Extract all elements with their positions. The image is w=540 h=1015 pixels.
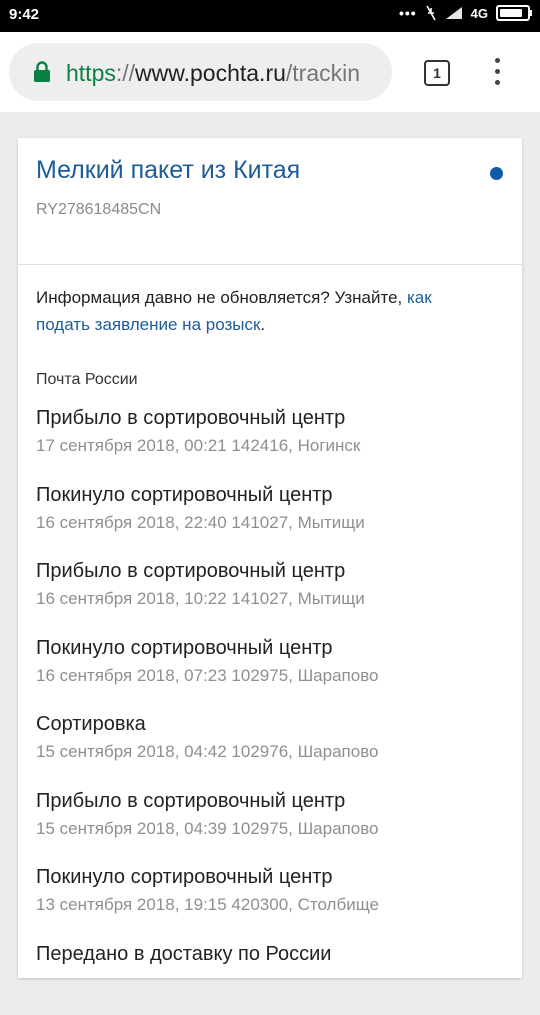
signal-icon xyxy=(445,6,463,20)
url-path: /trackin xyxy=(286,60,360,86)
event-title: Покинуло сортировочный центр xyxy=(36,480,506,510)
event-title: Прибыло в сортировочный центр xyxy=(36,556,506,586)
status-bar: 9:42 ••• 4G xyxy=(0,0,540,32)
tracking-event: Прибыло в сортировочный центр 17 сентябр… xyxy=(36,403,506,480)
tracking-event: Сортировка 15 сентября 2018, 04:42 10297… xyxy=(36,709,506,786)
overflow-menu-icon[interactable] xyxy=(490,56,506,88)
tracking-card: Мелкий пакет из Китая RY278618485CN Инфо… xyxy=(18,138,522,978)
stale-info-notice: Информация давно не обновляется? Узнайте… xyxy=(36,284,476,338)
tracking-number: RY278618485CN xyxy=(36,201,161,219)
lock-icon xyxy=(33,61,51,83)
parcel-title: Мелкий пакет из Китая xyxy=(36,156,300,185)
tracking-event: Покинуло сортировочный центр 16 сентября… xyxy=(36,633,506,710)
tracking-event: Покинуло сортировочный центр 16 сентября… xyxy=(36,480,506,557)
url-host: www.pochta.ru xyxy=(135,60,286,86)
event-title: Передано в доставку по России xyxy=(36,939,506,969)
tracking-event: Покинуло сортировочный центр 13 сентября… xyxy=(36,862,506,939)
event-meta: 15 сентября 2018, 04:39 102975, Шарапово xyxy=(36,816,506,842)
event-meta: 13 сентября 2018, 19:15 420300, Столбище xyxy=(36,892,506,918)
status-time: 9:42 xyxy=(9,6,39,23)
battery-level xyxy=(500,9,522,17)
address-bar[interactable]: https://www.pochta.ru/trackin xyxy=(9,43,392,101)
url-scheme: https xyxy=(66,60,116,86)
notice-text: Информация давно не обновляется? Узнайте… xyxy=(36,288,407,307)
url-separator: :// xyxy=(116,60,135,86)
tracking-event: Прибыло в сортировочный центр 16 сентябр… xyxy=(36,556,506,633)
browser-toolbar: https://www.pochta.ru/trackin 1 xyxy=(0,32,540,112)
url-text[interactable]: https://www.pochta.ru/trackin xyxy=(66,58,388,88)
event-title: Прибыло в сортировочный центр xyxy=(36,786,506,816)
tracking-event: Прибыло в сортировочный центр 15 сентябр… xyxy=(36,786,506,863)
tracking-events: Прибыло в сортировочный центр 17 сентябр… xyxy=(36,403,506,1015)
event-meta: 16 сентября 2018, 10:22 141027, Мытищи xyxy=(36,586,506,612)
status-dot-icon xyxy=(490,167,503,180)
event-meta: 17 сентября 2018, 00:21 142416, Ногинск xyxy=(36,433,506,459)
event-title: Прибыло в сортировочный центр xyxy=(36,403,506,433)
event-title: Покинуло сортировочный центр xyxy=(36,633,506,663)
event-meta: 15 сентября 2018, 04:42 102976, Шарапово xyxy=(36,739,506,765)
tracking-event: Передано в доставку по России xyxy=(36,939,506,1015)
notification-dots-icon: ••• xyxy=(399,5,417,21)
carrier-name: Почта России xyxy=(36,371,138,389)
notice-suffix: . xyxy=(260,315,265,334)
event-meta: 16 сентября 2018, 22:40 141027, Мытищи xyxy=(36,510,506,536)
divider xyxy=(18,264,522,265)
event-title: Сортировка xyxy=(36,709,506,739)
battery-icon xyxy=(496,5,530,21)
tab-switcher-button[interactable]: 1 xyxy=(424,60,450,86)
event-title: Покинуло сортировочный центр xyxy=(36,862,506,892)
event-meta: 16 сентября 2018, 07:23 102975, Шарапово xyxy=(36,663,506,689)
network-type: 4G xyxy=(471,6,488,21)
alarm-off-icon xyxy=(425,5,437,21)
status-icons: ••• 4G xyxy=(399,5,530,21)
